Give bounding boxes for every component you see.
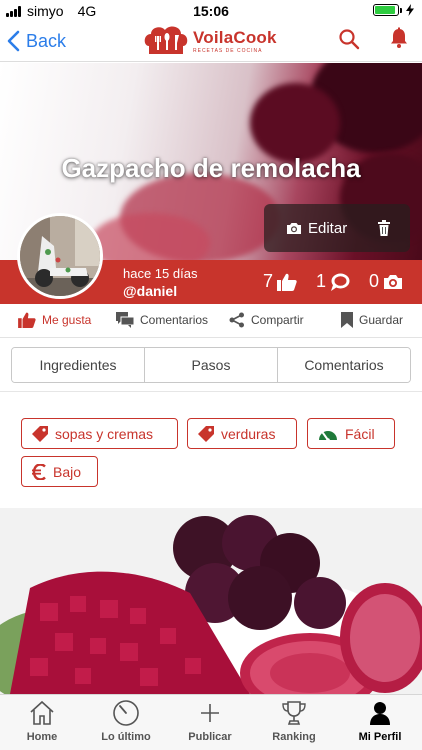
brand-tagline: RECETAS DE COCINA [193,47,263,54]
photos-count: 0 [369,271,380,291]
brand-name: VoilaCook [193,27,277,47]
charging-icon [406,4,414,16]
status-right [373,4,414,16]
camera-icon [287,222,301,234]
chat-icon [116,312,134,328]
tab-comentarios[interactable]: Comentarios [278,348,410,382]
tabs-section: Ingredientes Pasos Comentarios [0,338,422,392]
share-label: Compartir [251,313,304,327]
comments-stat[interactable]: 1 [316,271,350,292]
nav-bar: Back VoilaCook RECETAS DE COCINA [0,22,422,62]
comments-count: 1 [316,271,327,291]
trash-icon[interactable] [377,220,391,236]
back-button[interactable]: Back [6,26,66,56]
chevron-left-icon [7,30,20,52]
recipe-photo [0,508,422,694]
back-label: Back [26,30,67,51]
like-button[interactable]: Me gusta [18,312,91,328]
chef-hat-logo-icon [144,26,188,54]
share-icon [229,312,244,328]
tag-category-verduras[interactable]: verduras [187,418,297,449]
tabbar-profile[interactable]: Mi Perfil [338,699,422,743]
edit-label: Editar [308,219,348,237]
status-time: 15:06 [193,3,229,19]
tab-pasos[interactable]: Pasos [145,348,278,382]
bookmark-icon [341,312,353,328]
tabbar-ranking[interactable]: Ranking [252,699,336,743]
gauge-icon [319,430,337,441]
recipe-tags: sopas y cremas verduras Fácil Bajo [0,392,422,508]
tag-label: sopas y cremas [55,425,154,442]
tabbar-label: Ranking [272,731,316,743]
tabbar-label: Publicar [188,731,232,743]
save-label: Guardar [359,313,404,327]
tabbar-home[interactable]: Home [0,699,84,743]
likes-stat[interactable]: 7 [263,271,297,292]
tabbar-latest[interactable]: Lo último [84,699,168,743]
segmented-tabs: Ingredientes Pasos Comentarios [11,347,411,383]
thumbs-up-icon [18,312,36,328]
photos-stat[interactable]: 0 [369,271,403,292]
author-avatar[interactable] [17,213,103,299]
tabbar-label: Home [26,731,58,743]
bottom-tab-bar: Home Lo último Publicar Ranking Mi Perfi… [0,694,422,750]
tabbar-label: Mi Perfil [358,731,402,743]
author-username[interactable]: @daniel [123,283,177,299]
comments-button[interactable]: Comentarios [116,312,208,328]
battery-icon [373,4,402,16]
tag-category-sopas[interactable]: sopas y cremas [21,418,178,449]
tag-label: Fácil [345,425,375,442]
tabbar-publish[interactable]: Publicar [168,699,252,743]
bell-icon[interactable] [388,27,410,49]
price-tag-icon [32,425,48,442]
euro-icon [32,463,46,480]
tag-difficulty[interactable]: Fácil [307,418,395,449]
tabbar-label: Lo último [101,731,151,743]
comments-label: Comentarios [140,313,209,327]
tag-cost[interactable]: Bajo [21,456,98,487]
plus-icon [201,704,219,722]
person-icon [370,702,390,725]
thumbs-up-icon [277,273,297,291]
home-icon [30,700,54,725]
edit-button[interactable]: Editar [264,220,347,237]
save-button[interactable]: Guardar [341,312,403,328]
clock-icon [113,700,139,726]
tag-label: Bajo [53,463,82,480]
edit-panel: Editar [264,204,410,252]
price-tag-icon [198,425,214,442]
beetroot-photo [0,508,422,694]
search-icon[interactable] [338,28,360,50]
likes-count: 7 [263,271,274,291]
status-bar: simyo 4G 15:06 [0,0,422,22]
tab-ingredientes[interactable]: Ingredientes [12,348,145,382]
share-button[interactable]: Compartir [229,312,304,328]
speech-bubble-icon [331,273,350,291]
like-label: Me gusta [42,313,92,327]
trophy-icon [282,701,306,725]
camera-icon [384,274,403,289]
brand-logo: VoilaCook RECETAS DE COCINA [143,24,277,58]
recipe-title: Gazpacho de remolacha [61,153,361,183]
actions-row: Me gusta Comentarios Compartir Guardar [0,304,422,338]
tag-label: verduras [221,425,276,442]
published-time: hace 15 días [123,266,198,281]
